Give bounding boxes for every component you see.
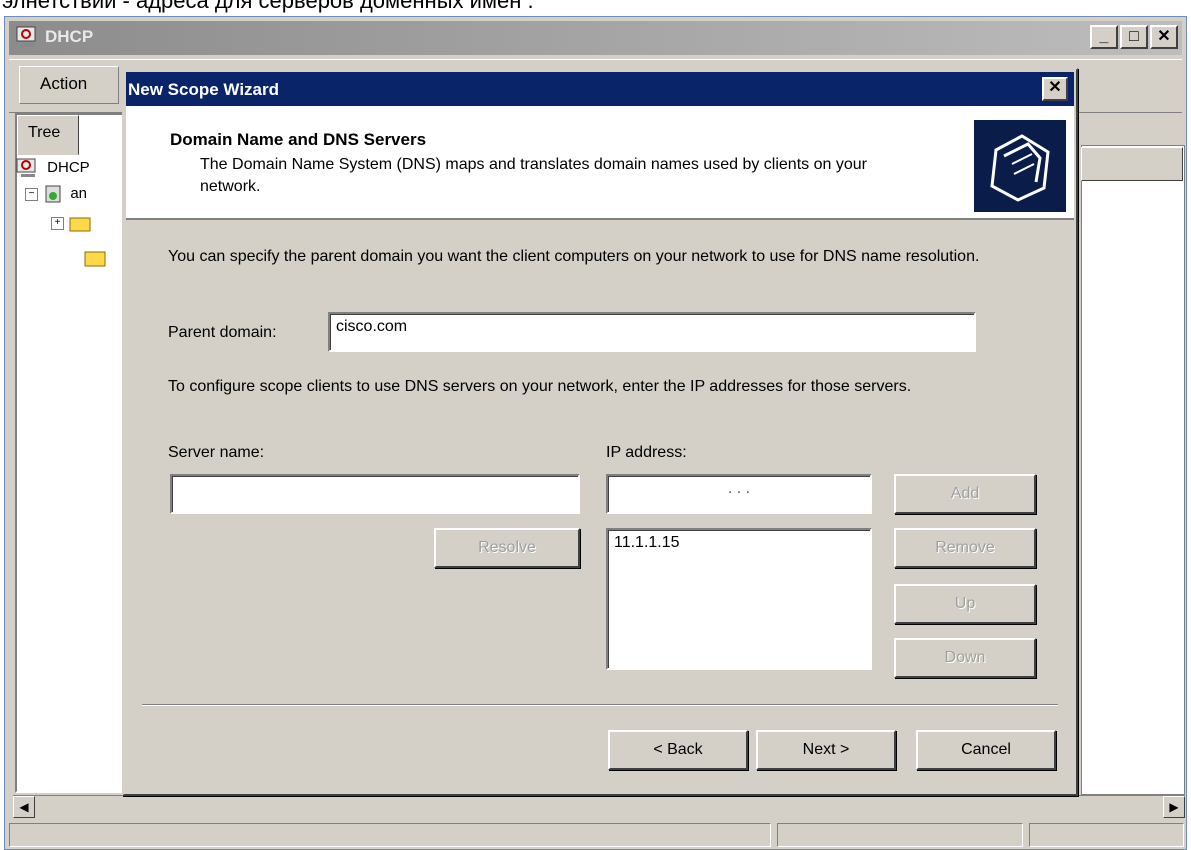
dns-server-list-item[interactable]: 11.1.1.15 — [614, 534, 864, 552]
intro-text: You can specify the parent domain you wa… — [168, 248, 980, 265]
wizard-title-bar[interactable]: New Scope Wizard ✕ — [126, 72, 1074, 106]
resolve-button[interactable]: Resolve — [434, 528, 580, 568]
status-cell — [9, 823, 771, 847]
header-description: The Domain Name System (DNS) maps and tr… — [200, 156, 867, 195]
tree-label-server: an — [70, 184, 88, 202]
tree-item-dhcp[interactable]: DHCP — [15, 157, 90, 179]
wizard-folder-icon — [974, 120, 1066, 212]
add-button[interactable]: Add — [894, 474, 1036, 514]
wizard-close-button[interactable]: ✕ — [1042, 77, 1068, 101]
maximize-button[interactable]: □ — [1120, 25, 1148, 49]
back-button[interactable]: < Back — [608, 730, 748, 770]
header-title: Domain Name and DNS Servers — [170, 130, 427, 149]
horizontal-scrollbar[interactable]: ◀ ▶ — [13, 795, 1185, 818]
wizard-title: New Scope Wizard — [128, 80, 279, 99]
close-button[interactable]: ✕ — [1150, 25, 1178, 49]
ip-address-label: IP address: — [606, 444, 687, 461]
expand-icon[interactable]: + — [51, 216, 64, 230]
tab-tree[interactable]: Tree — [17, 115, 79, 155]
tree-item-server[interactable]: − an — [25, 183, 87, 205]
server-name-label: Server name: — [168, 444, 265, 461]
main-title: DHCP — [45, 27, 94, 46]
dhcp-node-icon — [16, 158, 36, 177]
dns-instructions: To configure scope clients to use DNS se… — [168, 378, 912, 395]
server-node-icon — [45, 185, 61, 203]
tree-label-dhcp: DHCP — [47, 158, 90, 176]
status-cell — [777, 823, 1023, 847]
button-separator — [142, 704, 1058, 706]
minimize-button[interactable]: _ — [1090, 25, 1118, 49]
scroll-left-button[interactable]: ◀ — [13, 796, 35, 818]
next-button[interactable]: Next > — [756, 730, 896, 770]
parent-domain-input[interactable]: cisco.com — [328, 312, 976, 352]
status-bar — [9, 823, 1184, 847]
status-cell — [1029, 823, 1184, 847]
column-header[interactable] — [1081, 147, 1183, 181]
dhcp-app-icon — [16, 26, 36, 47]
collapse-icon[interactable]: − — [25, 187, 38, 201]
parent-domain-label: Parent domain: — [168, 324, 277, 341]
main-title-bar[interactable]: DHCP _ □ ✕ — [9, 21, 1182, 55]
details-pane[interactable] — [1081, 145, 1185, 795]
cancel-button[interactable]: Cancel — [916, 730, 1056, 770]
wizard-header: Domain Name and DNS Servers The Domain N… — [126, 106, 1074, 220]
server-name-input[interactable] — [170, 474, 580, 514]
down-button[interactable]: Down — [894, 638, 1036, 678]
tree-item-scope[interactable]: + — [51, 213, 92, 233]
up-button[interactable]: Up — [894, 584, 1036, 624]
remove-button[interactable]: Remove — [894, 528, 1036, 568]
scroll-right-button[interactable]: ▶ — [1163, 796, 1185, 818]
dns-server-list[interactable]: 11.1.1.15 — [606, 528, 872, 670]
tree-item-options[interactable] — [83, 247, 109, 273]
ip-address-input[interactable]: . . . — [606, 474, 872, 514]
action-menu[interactable]: Action — [19, 66, 119, 104]
folder-icon — [69, 217, 91, 232]
new-scope-wizard-dialog: New Scope Wizard ✕ Domain Name and DNS S… — [122, 68, 1078, 796]
options-folder-icon — [84, 251, 106, 267]
